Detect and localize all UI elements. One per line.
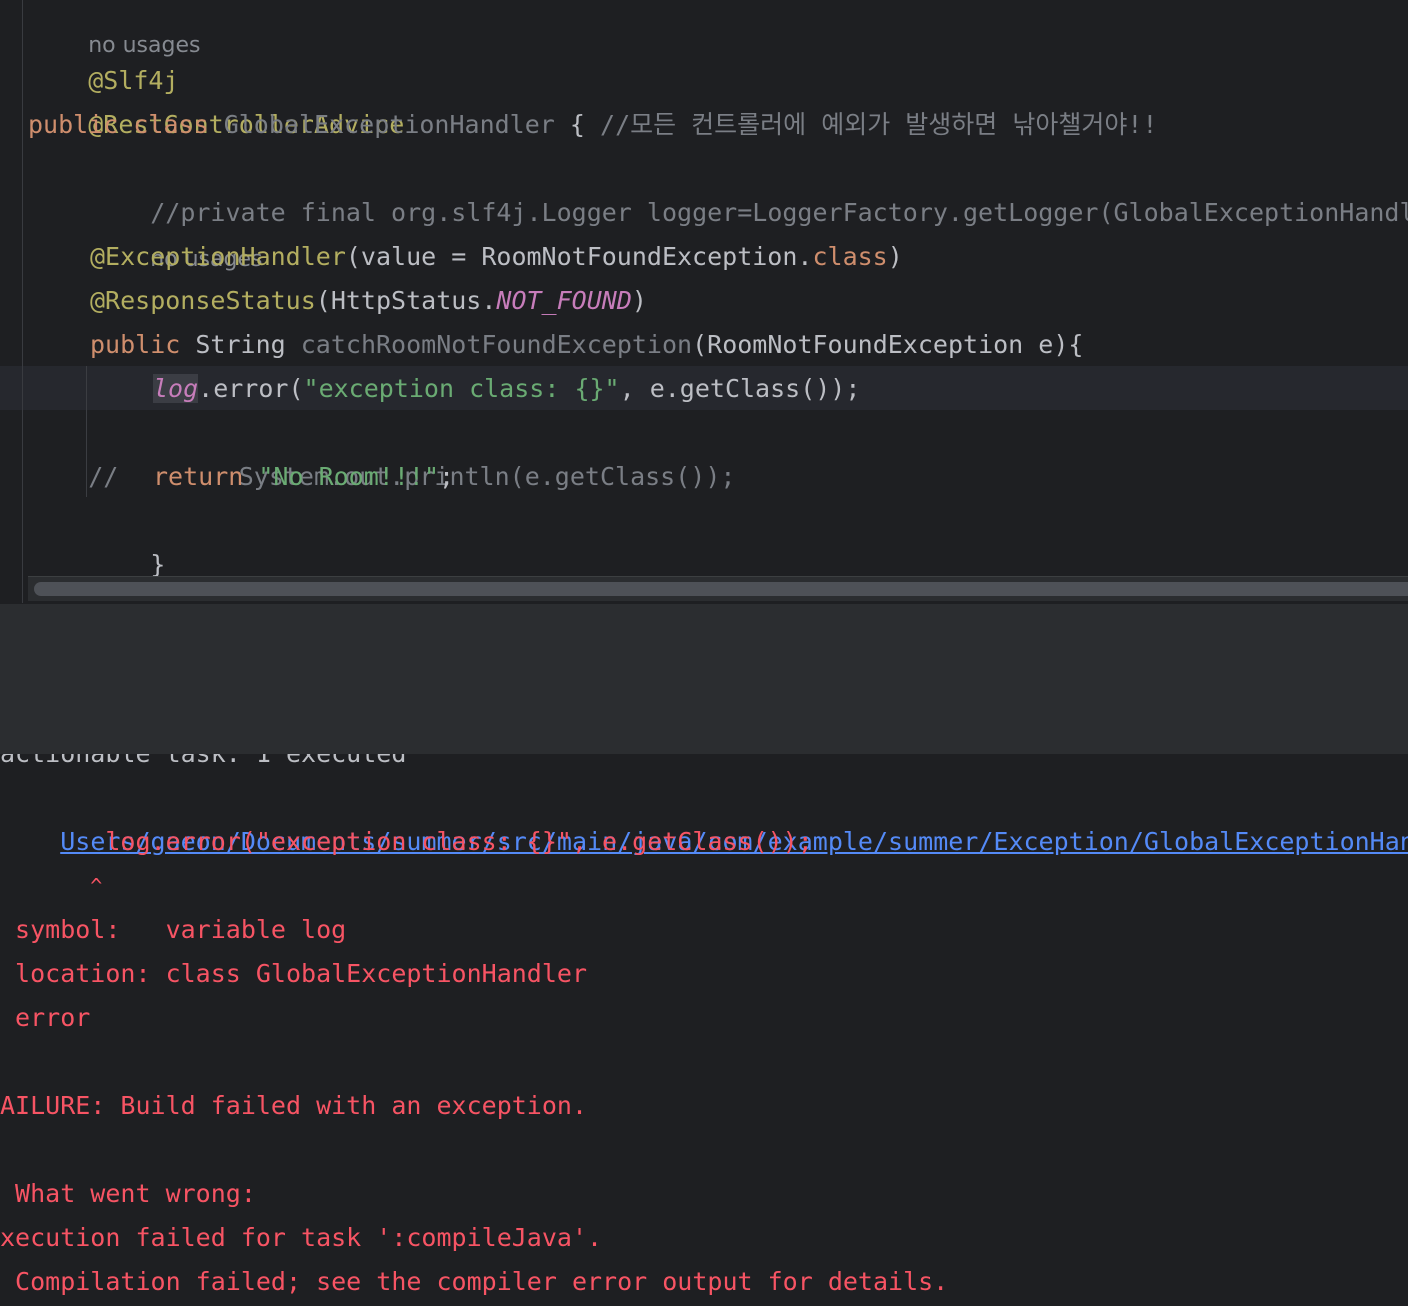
- console-line-clipped: actionable task: 1 executed: [0, 754, 406, 776]
- keyword-public: public: [28, 110, 119, 139]
- keyword-return: return: [153, 462, 244, 491]
- code-text: (HttpStatus.: [315, 286, 497, 315]
- console-execution-failed: xecution failed for task ':compileJava'.: [0, 1223, 603, 1252]
- code-text: , e.getClass());: [619, 374, 861, 403]
- tool-window-header: [0, 603, 1408, 687]
- code-line-3: public class GlobalExceptionHandler { //…: [28, 103, 1157, 147]
- logger-comment: //private final org.slf4j.Logger logger=…: [150, 198, 1408, 227]
- code-line-hint: no usages: [90, 192, 262, 272]
- string-literal: "exception class: {}": [303, 374, 620, 403]
- code-text: ): [887, 242, 903, 271]
- annotation-exception-handler: @ExceptionHandler: [90, 242, 346, 271]
- console-error-line: error: [0, 1003, 91, 1032]
- console-location-line: location: class GlobalExceptionHandler: [0, 959, 587, 988]
- code-line-1: @Slf4j: [28, 15, 178, 95]
- console-compilation-failed: Compilation failed; see the compiler err…: [0, 1267, 949, 1296]
- code-line-4: //private final org.slf4j.Logger logger=…: [90, 147, 1408, 227]
- console-failure-line: AILURE: Build failed with an exception.: [0, 1091, 587, 1120]
- gutter-divider: [22, 0, 23, 603]
- console-error-code-line: log.error("exception class: {}", e.getCl…: [0, 827, 813, 856]
- string-literal: "No Room!!!": [258, 462, 439, 491]
- console-what-went-wrong: What went wrong:: [0, 1179, 256, 1208]
- code-line-9: log.error("exception class: {}", e.getCl…: [153, 367, 860, 411]
- code-text: ): [631, 286, 647, 315]
- close-brace: }: [150, 550, 166, 579]
- keyword-class: class: [133, 110, 209, 139]
- console-symbol-line: symbol: variable log: [0, 915, 347, 944]
- tool-window-toolbar: [0, 686, 1408, 755]
- code-line-2: @RestControllerAdvice: [28, 59, 404, 139]
- code-editor[interactable]: no usages @Slf4j @RestControllerAdvice p…: [0, 0, 1408, 603]
- code-line-10: // System.out.println(e.getClass());: [28, 411, 735, 491]
- code-line-6: @ExceptionHandler(value = RoomNotFoundEx…: [90, 235, 903, 279]
- unresolved-log-reference[interactable]: log: [153, 374, 199, 403]
- open-brace: {: [569, 110, 585, 139]
- code-line-12: }: [90, 499, 165, 579]
- type-string: String: [195, 330, 286, 359]
- korean-comment: //모든 컨트롤러에 예외가 발생하면 낚아챌거야!!: [600, 110, 1158, 139]
- scrollbar-thumb[interactable]: [34, 582, 1408, 596]
- console-caret-line: ^: [6, 874, 103, 898]
- console-path-line: Users/gaeon/Documents/summer/src/main/ja…: [0, 776, 1408, 856]
- method-name: catchRoomNotFoundException: [300, 330, 693, 359]
- annotation-response-status: @ResponseStatus: [90, 286, 316, 315]
- class-name: GlobalExceptionHandler: [223, 110, 555, 139]
- code-text: (value = RoomNotFoundException.: [345, 242, 813, 271]
- static-constant: NOT_FOUND: [496, 286, 632, 315]
- keyword-public: public: [90, 330, 181, 359]
- keyword-class: class: [812, 242, 888, 271]
- build-output-console[interactable]: actionable task: 1 executed Users/gaeon/…: [0, 754, 1408, 1306]
- code-text: ;: [439, 462, 455, 491]
- code-line-11: return "No Room!!!";: [153, 455, 454, 499]
- method-params: (RoomNotFoundException e){: [692, 330, 1084, 359]
- code-text: .error(: [198, 374, 304, 403]
- code-line-7: @ResponseStatus(HttpStatus.NOT_FOUND): [90, 279, 647, 323]
- code-line-8: public String catchRoomNotFoundException…: [90, 323, 1083, 367]
- horizontal-scrollbar[interactable]: [28, 576, 1408, 601]
